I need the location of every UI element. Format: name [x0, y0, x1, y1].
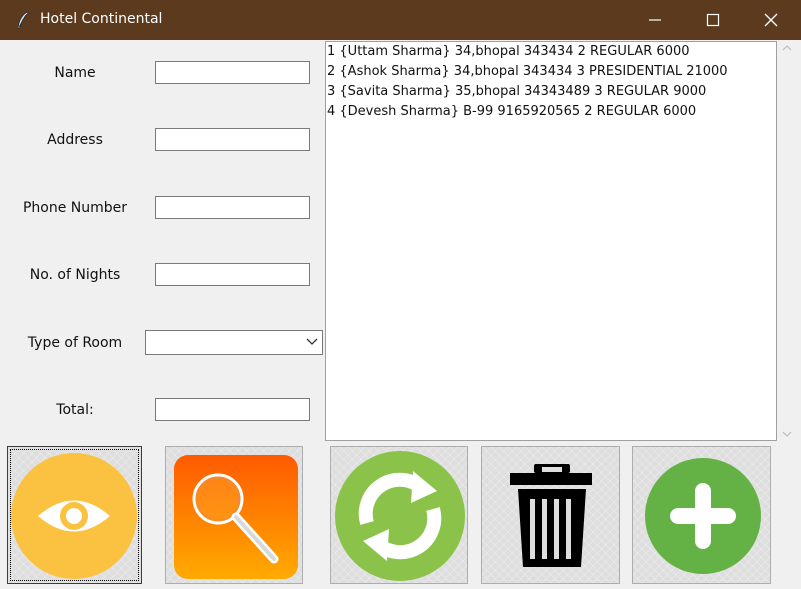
maximize-icon [706, 13, 720, 27]
list-item[interactable]: 1 {Uttam Sharma} 34,bhopal 343434 2 REGU… [326, 42, 776, 62]
total-field[interactable] [155, 398, 310, 421]
trash-icon [510, 464, 592, 567]
scroll-up-icon[interactable] [782, 45, 792, 51]
list-item[interactable]: 4 {Devesh Sharma} B-99 9165920565 2 REGU… [326, 102, 776, 122]
name-field[interactable] [155, 61, 310, 84]
list-item[interactable]: 3 {Savita Sharma} 35,bhopal 34343489 3 R… [326, 82, 776, 102]
view-button[interactable] [7, 446, 142, 584]
nights-label: No. of Nights [29, 267, 121, 283]
minimize-icon [649, 19, 661, 21]
magnifier-icon [174, 455, 298, 579]
room-type-select[interactable] [145, 330, 323, 355]
total-label: Total: [56, 402, 94, 418]
refresh-button[interactable] [330, 446, 468, 584]
delete-button[interactable] [481, 446, 620, 584]
room-type-label: Type of Room [27, 335, 123, 351]
address-label: Address [47, 132, 103, 148]
maximize-button[interactable] [684, 0, 742, 40]
eye-icon [11, 453, 137, 579]
feather-icon [17, 11, 29, 29]
records-list[interactable]: 1 {Uttam Sharma} 34,bhopal 343434 2 REGU… [325, 41, 777, 441]
address-field[interactable] [155, 128, 310, 151]
scroll-down-icon[interactable] [782, 431, 792, 437]
list-item[interactable]: 2 {Ashok Sharma} 34,bhopal 343434 3 PRES… [326, 62, 776, 82]
nights-field[interactable] [155, 263, 310, 286]
add-button[interactable] [632, 446, 771, 584]
close-icon [764, 13, 778, 27]
search-button[interactable] [165, 446, 303, 584]
minimize-button[interactable] [626, 0, 684, 40]
chevron-down-icon [306, 338, 318, 345]
scrollbar[interactable] [777, 41, 797, 441]
name-label: Name [54, 65, 96, 81]
title-bar[interactable]: Hotel Continental [0, 0, 801, 40]
refresh-icon [335, 451, 465, 581]
window-title: Hotel Continental [40, 11, 163, 27]
phone-label: Phone Number [22, 200, 128, 216]
phone-field[interactable] [155, 196, 310, 219]
plus-icon [645, 458, 761, 574]
close-button[interactable] [742, 0, 800, 40]
